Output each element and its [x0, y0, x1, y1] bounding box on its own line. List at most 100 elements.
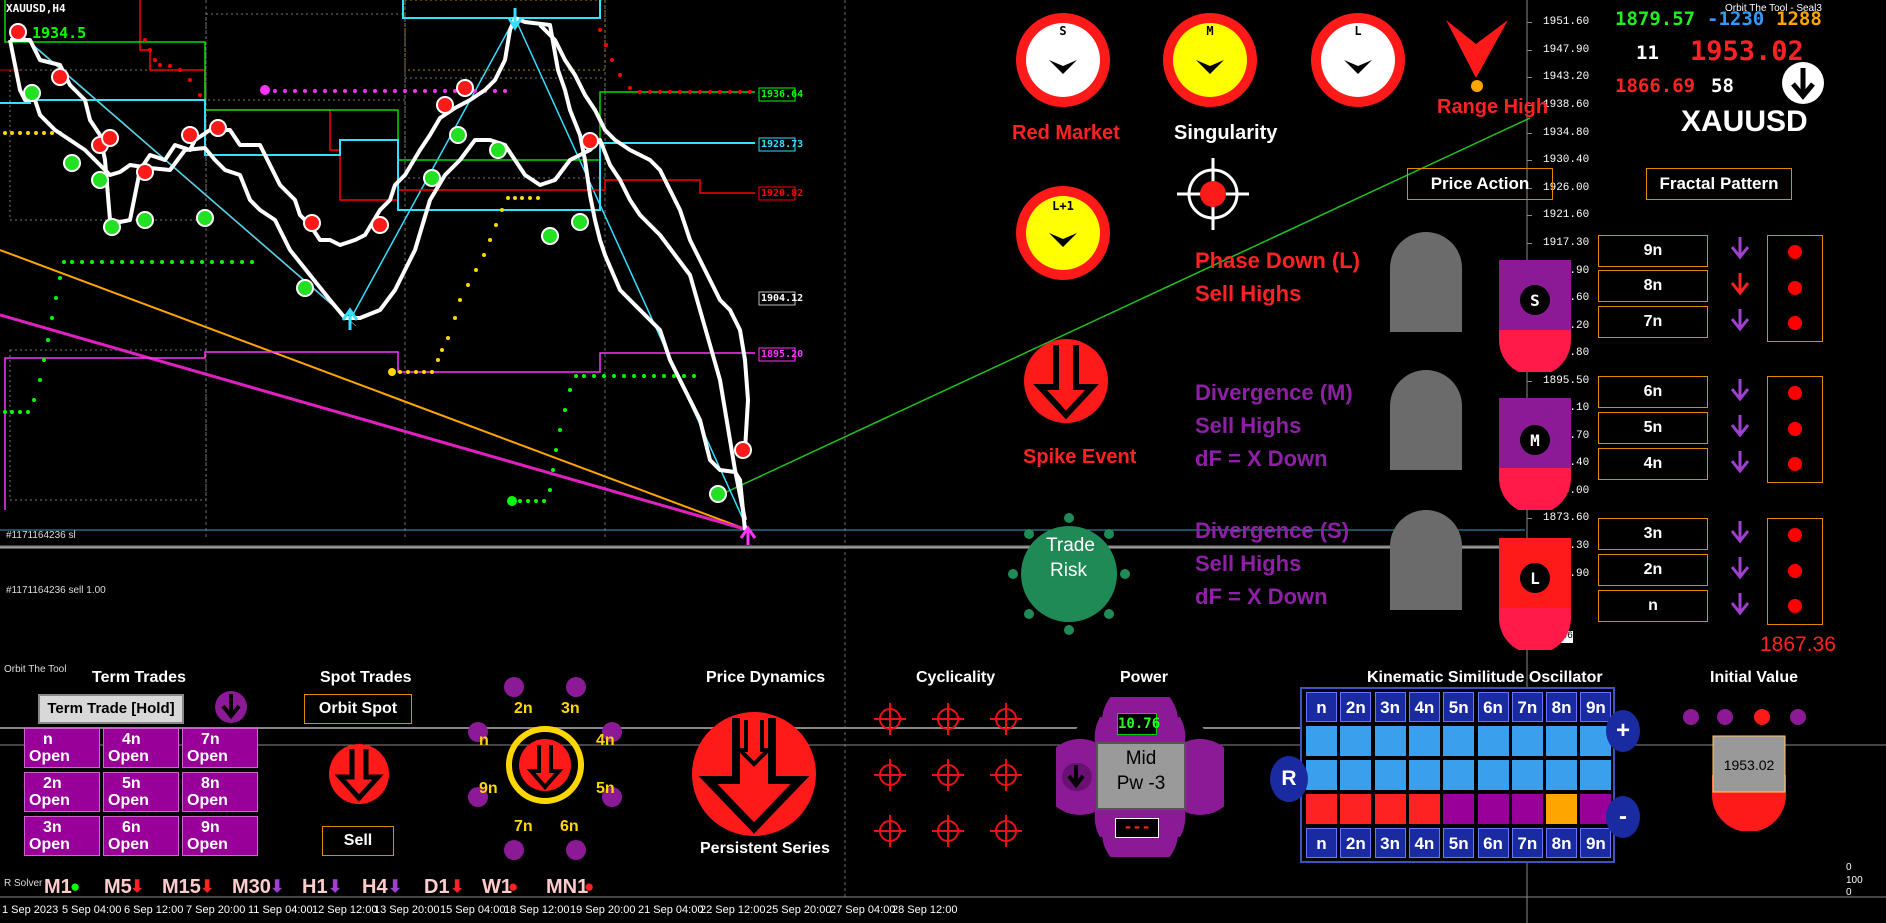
price-action-button[interactable]: Price Action — [1407, 168, 1553, 200]
timeframe-signal-icon: ⬇ — [388, 877, 403, 896]
fractal-row-n[interactable]: n — [1598, 590, 1708, 622]
ring-label-7n: 7n — [514, 818, 533, 835]
price-axis-tick — [1527, 518, 1532, 519]
spike-event-label: Spike Event — [1023, 446, 1137, 468]
subwindow-axis-top: 100 — [1846, 875, 1863, 886]
price-axis-tick — [1527, 160, 1532, 161]
timeframe-strip: M1 ● M5 ⬇ M15 ⬇ M30 ⬇ H1 ⬇ H4 ⬇ D1 ⬇ W1 ● MN1 ● — [0, 876, 640, 900]
fractal-pattern-button[interactable]: Fractal Pattern — [1646, 168, 1792, 200]
term-trade-tile[interactable]: 3n Open — [24, 816, 100, 856]
phase-3-df: dF = X Down — [1195, 584, 1328, 609]
tile-state: Open — [108, 792, 149, 809]
timeframe-m1[interactable]: M1 — [44, 876, 72, 899]
price-axis-label: 1951.60 — [1543, 16, 1590, 28]
phase-3-title: Divergence (S) — [1195, 518, 1350, 543]
dial-lp1-letter: L+1 — [1052, 199, 1074, 213]
price-tag-green: 1936.64 — [761, 89, 804, 100]
phase-2-action: Sell Highs — [1195, 413, 1302, 438]
term-trade-tile[interactable]: 7n Open — [182, 728, 258, 768]
badge-s: S — [1499, 260, 1571, 372]
ring-label-n: n — [479, 732, 489, 749]
fractal-row-3n[interactable]: 3n — [1598, 518, 1708, 550]
term-trade-tile[interactable]: 9n Open — [182, 816, 258, 856]
timeframe-m30[interactable]: M30 — [232, 876, 271, 899]
tile-term: 8n — [201, 775, 220, 792]
subwindow-label: R Solver — [4, 878, 43, 889]
fractal-row-6n[interactable]: 6n — [1598, 376, 1708, 408]
price-axis-tick — [1527, 215, 1532, 216]
tile-state: Open — [29, 792, 70, 809]
term-trade-tile[interactable]: 5n Open — [103, 772, 179, 812]
kso-plus-button[interactable]: + — [1606, 710, 1640, 752]
ring-label-3n: 3n — [561, 700, 580, 717]
stat-value-3: 1288 — [1776, 8, 1822, 30]
timeframe-signal-icon: ⬇ — [130, 877, 145, 896]
fractal-row-5n[interactable]: 5n — [1598, 412, 1708, 444]
down-arrow-icon — [1782, 62, 1824, 104]
timeframe-signal-icon: ● — [508, 877, 519, 896]
singularity-label: Singularity — [1174, 122, 1278, 144]
bottom-panel-label: Orbit The Tool — [4, 664, 67, 675]
kso-minus-button[interactable]: - — [1606, 796, 1640, 838]
orbit-spot-button[interactable]: Orbit Spot — [304, 694, 412, 724]
trade-sl-label[interactable]: #1171164236 sl — [6, 530, 76, 541]
dial-s-icon[interactable]: S — [1013, 10, 1113, 110]
ring-label-2n: 2n — [514, 700, 533, 717]
badge-m-letter: M — [1530, 431, 1540, 450]
fractal-row-4n[interactable]: 4n — [1598, 448, 1708, 480]
timeframe-m5[interactable]: M5 — [104, 876, 132, 899]
tile-term: 7n — [201, 731, 220, 748]
term-trade-tile[interactable]: 2n Open — [24, 772, 100, 812]
fractal-arrows — [1730, 237, 1750, 616]
subwindow-axis-bottom: 0 — [1846, 887, 1852, 898]
price-axis-label: 1930.40 — [1543, 154, 1590, 166]
term-trade-tile[interactable]: 8n Open — [182, 772, 258, 812]
tile-state: Open — [108, 836, 149, 853]
timeframe-h4[interactable]: H4 — [362, 876, 388, 899]
dot-box-3 — [1767, 518, 1823, 625]
terminal-window: XAUUSD,H4 1934.5 1936.64 1928.73 1920.82… — [0, 0, 1886, 923]
term-trade-tile[interactable]: 6n Open — [103, 816, 179, 856]
stat-value-1: 1879.57 — [1615, 8, 1696, 30]
symbol-title: XAUUSD — [1681, 105, 1808, 138]
trade-risk-line1: Trade — [1046, 535, 1095, 556]
stat-value-4: 11 — [1636, 42, 1659, 64]
price-tag-white: 1904.12 — [761, 293, 804, 304]
persistent-series-label: Persistent Series — [700, 840, 830, 857]
fractal-row-8n[interactable]: 8n — [1598, 270, 1708, 302]
power-left-arrow-icon[interactable] — [1061, 762, 1091, 792]
dial-s-letter: S — [1059, 24, 1066, 38]
term-trade-tile[interactable]: 4n Open — [103, 728, 179, 768]
fractal-row-9n[interactable]: 9n — [1598, 235, 1708, 267]
badge-l: L — [1499, 538, 1571, 650]
kso-r-button[interactable]: R — [1270, 756, 1308, 802]
trade-sell-label[interactable]: #1171164236 sell 1.00 — [6, 585, 106, 596]
price-tag-magenta: 1895.20 — [761, 349, 804, 360]
dial-lp1-icon[interactable]: L+1 — [1013, 183, 1113, 283]
fractal-row-2n[interactable]: 2n — [1598, 554, 1708, 586]
dial-l-icon[interactable]: L — [1308, 10, 1408, 110]
term-trade-hold-button[interactable]: Term Trade [Hold] — [38, 694, 184, 724]
term-down-arrow-icon[interactable] — [214, 690, 248, 724]
ghost-shape-2 — [1390, 370, 1462, 470]
price-tag-red: 1920.82 — [761, 188, 804, 199]
orbit-ring — [468, 677, 622, 860]
price-axis-label: 1938.60 — [1543, 99, 1590, 111]
dial-m-icon[interactable]: M — [1160, 10, 1260, 110]
ring-label-4n: 4n — [596, 732, 615, 749]
price-dynamics-icon — [692, 712, 816, 836]
timeframe-m15[interactable]: M15 — [162, 876, 201, 899]
initial-value-badge — [1712, 735, 1786, 831]
tile-term: 5n — [122, 775, 141, 792]
ring-label-6n: 6n — [560, 818, 579, 835]
timeframe-mn1[interactable]: MN1 — [546, 876, 588, 899]
term-trade-tile[interactable]: n Open — [24, 728, 100, 768]
timeframe-h1[interactable]: H1 — [302, 876, 328, 899]
badge-s-letter: S — [1530, 291, 1540, 310]
sell-button[interactable]: Sell — [322, 826, 394, 856]
stat-value-2: -1230 — [1707, 8, 1765, 30]
fractal-row-7n[interactable]: 7n — [1598, 306, 1708, 338]
price-axis-label: 1873.60 — [1543, 512, 1590, 524]
kso-grid — [1300, 687, 1615, 863]
timeframe-d1[interactable]: D1 — [424, 876, 450, 899]
